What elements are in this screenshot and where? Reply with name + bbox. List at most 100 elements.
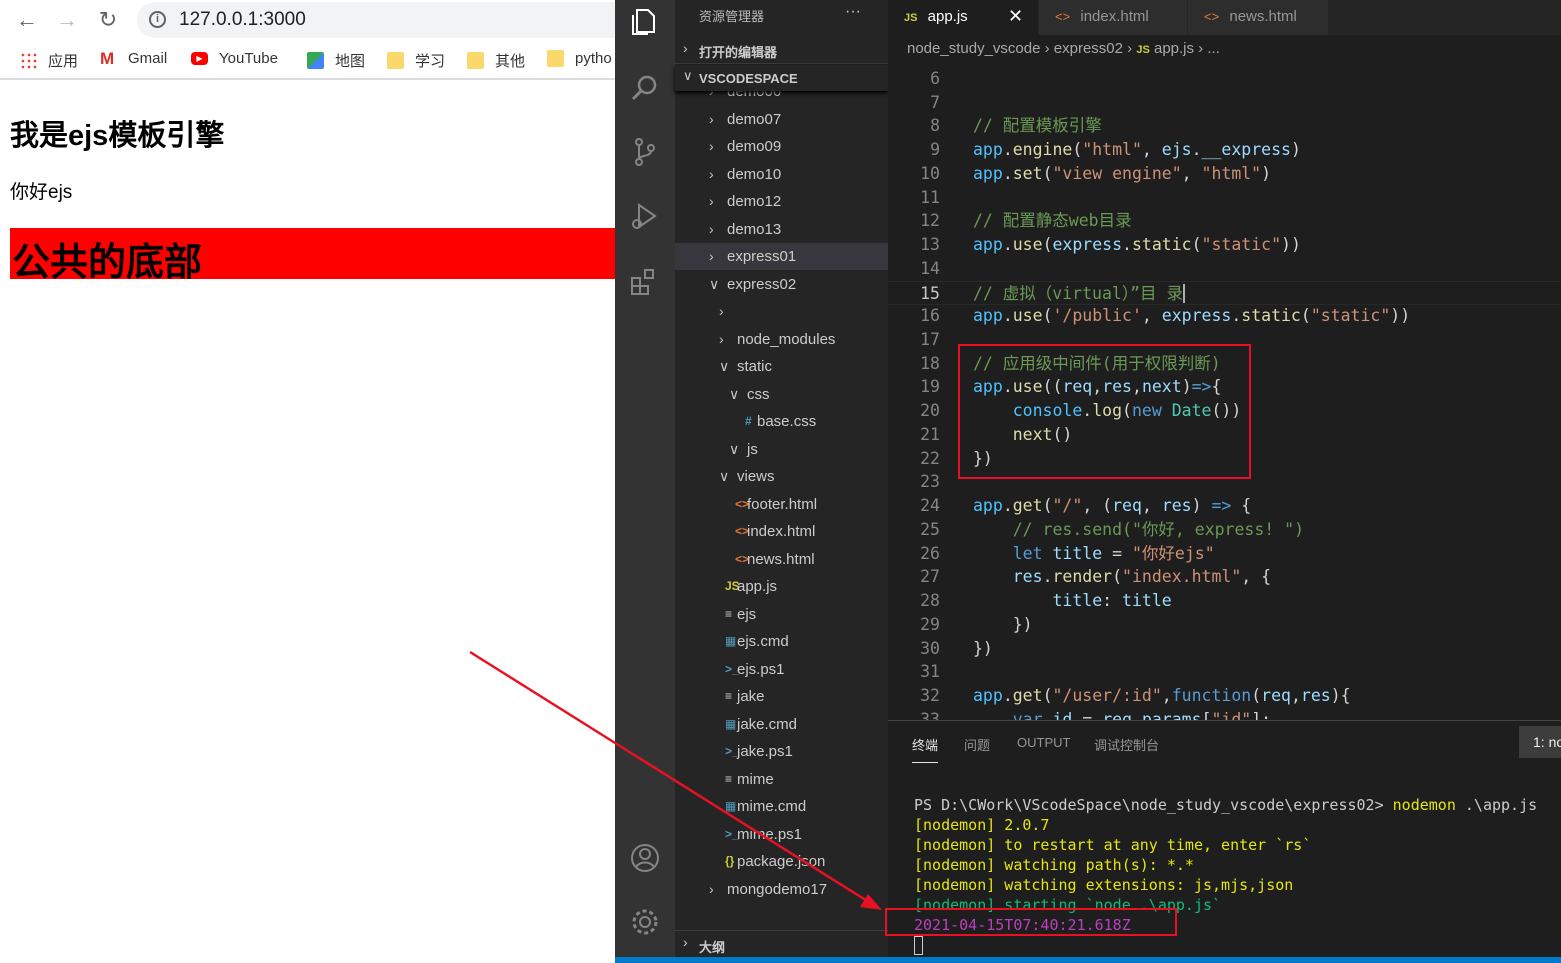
bookmark-gmail[interactable]: M Gmail bbox=[100, 50, 167, 67]
code-token: . bbox=[1122, 235, 1132, 255]
tree-item-label: demo12 bbox=[727, 193, 782, 210]
browser-toolbar: ← → ↻ i 127.0.0.1:3000 bbox=[0, 0, 637, 40]
tab-output[interactable]: OUTPUT bbox=[1017, 735, 1070, 750]
tree-item[interactable]: >_ mime.ps1 bbox=[675, 821, 888, 848]
code-text: app.get("/user/:id",function(req,res){ bbox=[973, 684, 1351, 708]
tree-item[interactable]: ≡ ejs bbox=[675, 601, 888, 628]
search-icon[interactable] bbox=[629, 72, 661, 104]
tab-index-html[interactable]: <> index.html bbox=[1039, 0, 1187, 35]
bookmark-folder-study[interactable]: 学习 bbox=[387, 50, 445, 71]
tab-terminal[interactable]: 终端 bbox=[912, 735, 939, 763]
open-editors-label: 打开的编辑器 bbox=[699, 45, 778, 60]
tree-item[interactable]: ∨ express02 bbox=[675, 271, 888, 298]
tree-item[interactable]: >_ ejs.ps1 bbox=[675, 656, 888, 683]
bookmark-youtube[interactable]: ▶ YouTube bbox=[191, 50, 278, 67]
chevron-right-icon: › bbox=[683, 934, 688, 950]
tree-item[interactable]: › demo12 bbox=[675, 188, 888, 215]
tree-item[interactable]: ▦ mime.cmd bbox=[675, 793, 888, 820]
tree-item[interactable]: › demo13 bbox=[675, 216, 888, 243]
tree-item[interactable]: › node_modules bbox=[675, 326, 888, 353]
address-bar[interactable]: i 127.0.0.1:3000 bbox=[137, 2, 637, 38]
tree-item[interactable]: › mongodemo17 bbox=[675, 876, 888, 903]
line-number: 17 bbox=[920, 330, 940, 350]
breadcrumb-item[interactable]: express02 bbox=[1054, 40, 1123, 57]
code-token: engine bbox=[1012, 140, 1073, 160]
forward-icon[interactable]: → bbox=[55, 8, 79, 32]
tree-item-label: news.html bbox=[747, 550, 815, 568]
line-number: 19 bbox=[920, 377, 940, 397]
code-token: , bbox=[1290, 685, 1301, 705]
annotation-box-middleware bbox=[958, 344, 1251, 479]
bookmark-folder-other[interactable]: 其他 bbox=[467, 50, 525, 71]
tree-item[interactable]: <> footer.html bbox=[675, 491, 888, 518]
explorer-icon[interactable] bbox=[629, 6, 661, 38]
source-control-icon[interactable] bbox=[629, 136, 661, 168]
site-info-icon[interactable]: i bbox=[149, 11, 166, 28]
annotation-box-log-output bbox=[885, 908, 1177, 936]
code-token: , bbox=[1181, 163, 1202, 183]
tab-problems[interactable]: 问题 bbox=[964, 735, 990, 754]
tab-debug-console[interactable]: 调试控制台 bbox=[1094, 735, 1159, 754]
tree-item[interactable]: ≡ jake bbox=[675, 683, 888, 710]
bookmark-apps[interactable]: 应用 bbox=[20, 50, 78, 71]
tree-item[interactable]: >_ jake.ps1 bbox=[675, 738, 888, 765]
back-icon[interactable]: ← bbox=[15, 8, 39, 32]
tree-item[interactable]: {} package.json bbox=[675, 848, 888, 875]
tree-item[interactable]: ▦ jake.cmd bbox=[675, 711, 888, 738]
open-editors-section[interactable]: › 打开的编辑器 bbox=[675, 38, 888, 64]
tree-item[interactable]: ∨ js bbox=[675, 436, 888, 463]
code-token: req bbox=[1261, 685, 1291, 705]
code-text: app.set("view engine", "html") bbox=[973, 162, 1271, 186]
tree-item[interactable]: › demo09 bbox=[675, 133, 888, 160]
code-token: ejs bbox=[1161, 140, 1192, 160]
account-icon[interactable] bbox=[629, 842, 661, 874]
tree-item-label: mime bbox=[737, 770, 774, 788]
tab-news-html[interactable]: <> news.html bbox=[1188, 0, 1328, 35]
tab-app-js[interactable]: JS app.js ✕ bbox=[888, 0, 1038, 35]
code-token: app bbox=[973, 496, 1003, 516]
tree-item[interactable]: JS app.js bbox=[675, 573, 888, 600]
tree-item-label: js bbox=[747, 440, 758, 458]
tree-item[interactable]: › bbox=[675, 298, 888, 325]
outline-section[interactable]: › 大纲 bbox=[675, 930, 888, 957]
breadcrumb-item[interactable]: node_study_vscode bbox=[907, 40, 1040, 57]
code-token: . bbox=[1002, 496, 1013, 516]
tree-item[interactable]: ∨ views bbox=[675, 463, 888, 490]
tree-item[interactable]: ∨ static bbox=[675, 353, 888, 380]
tree-item[interactable]: ▦ ejs.cmd bbox=[675, 628, 888, 655]
code-token: app bbox=[973, 685, 1003, 705]
terminal-line: [nodemon] to restart at any time, enter … bbox=[914, 835, 1311, 855]
tree-item[interactable]: ∨ css bbox=[675, 381, 888, 408]
extensions-icon[interactable] bbox=[629, 266, 661, 298]
tree-item[interactable]: › express01 bbox=[675, 243, 888, 270]
breadcrumb-item[interactable]: ... bbox=[1207, 40, 1220, 57]
code-token: , { bbox=[1241, 567, 1272, 587]
tree-item[interactable]: ≡ mime bbox=[675, 766, 888, 793]
code-token: use bbox=[1012, 235, 1043, 255]
line-number: 30 bbox=[920, 638, 940, 658]
tree-item[interactable]: <> index.html bbox=[675, 518, 888, 545]
workspace-section-header[interactable]: ∨ VSCODESPACE bbox=[675, 65, 888, 91]
code-token: express bbox=[1161, 306, 1232, 326]
terminal-select[interactable]: 1: no bbox=[1519, 726, 1561, 758]
settings-gear-icon[interactable] bbox=[629, 906, 661, 938]
breadcrumb: node_study_vscode › express02 › JS app.j… bbox=[907, 40, 1220, 57]
bookmarks-bar: 应用 M Gmail ▶ YouTube 地图 学习 其他 pytho bbox=[0, 44, 615, 80]
more-actions-icon[interactable]: ··· bbox=[845, 3, 861, 21]
url-text[interactable]: 127.0.0.1:3000 bbox=[179, 9, 306, 31]
close-tab-icon[interactable]: ✕ bbox=[1008, 0, 1023, 33]
reload-icon[interactable]: ↻ bbox=[96, 8, 120, 32]
breadcrumb-item[interactable]: app.js bbox=[1154, 40, 1194, 57]
line-number: 7 bbox=[930, 92, 940, 112]
tree-item[interactable]: › demo10 bbox=[675, 161, 888, 188]
tree-item[interactable]: › demo07 bbox=[675, 106, 888, 133]
tree-item-label: static bbox=[737, 358, 773, 375]
bookmark-folder-python[interactable]: pytho bbox=[547, 50, 612, 67]
bookmark-maps[interactable]: 地图 bbox=[307, 50, 365, 71]
code-token: ( bbox=[1300, 306, 1311, 326]
code-line: 7 bbox=[888, 91, 1561, 115]
run-debug-icon[interactable] bbox=[629, 200, 661, 232]
tree-item[interactable]: # base.css bbox=[675, 408, 888, 435]
tree-item[interactable]: <> news.html bbox=[675, 546, 888, 573]
